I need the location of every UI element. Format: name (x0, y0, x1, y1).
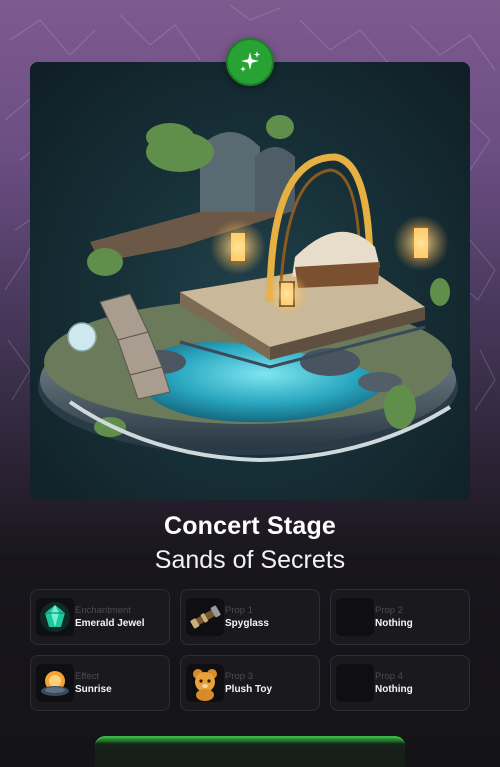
slot-value: Nothing (375, 684, 413, 695)
empty-slot-icon (336, 598, 374, 636)
item-preview-image (30, 62, 470, 500)
slot-label: Prop 4 (375, 671, 403, 682)
empty-slot-icon (336, 664, 374, 702)
slot-label: Prop 1 (225, 605, 253, 616)
item-subtitle: Sands of Secrets (154, 546, 346, 574)
slot-prop-2[interactable]: Prop 2 Nothing (330, 589, 470, 645)
emerald-jewel-icon (36, 598, 74, 636)
slot-value: Emerald Jewel (75, 618, 145, 629)
slot-prop-3[interactable]: Prop 3 Plush Toy (180, 655, 320, 711)
slot-effect[interactable]: Effect Sunrise (30, 655, 170, 711)
slot-label: Prop 3 (225, 671, 253, 682)
slot-label: Effect (75, 671, 100, 682)
slot-value: Sunrise (75, 684, 112, 695)
slot-prop-1[interactable]: Prop 1 Spyglass (180, 589, 320, 645)
plush-toy-icon (186, 664, 224, 702)
item-title: Concert Stage (163, 512, 337, 540)
sparkles-badge (226, 38, 274, 86)
slot-enchantment[interactable]: Enchantment Emerald Jewel (30, 589, 170, 645)
slot-label: Enchantment (75, 605, 131, 616)
slot-label: Prop 2 (375, 605, 403, 616)
slot-value: Spyglass (225, 618, 269, 629)
sparkles-icon (240, 51, 261, 72)
slot-value: Plush Toy (225, 684, 273, 695)
slot-value: Nothing (375, 618, 413, 629)
sunrise-icon (36, 664, 74, 702)
slot-prop-4[interactable]: Prop 4 Nothing (330, 655, 470, 711)
primary-action-button[interactable] (95, 736, 405, 767)
concert-stage-illustration (38, 115, 458, 463)
spyglass-icon (186, 598, 224, 636)
